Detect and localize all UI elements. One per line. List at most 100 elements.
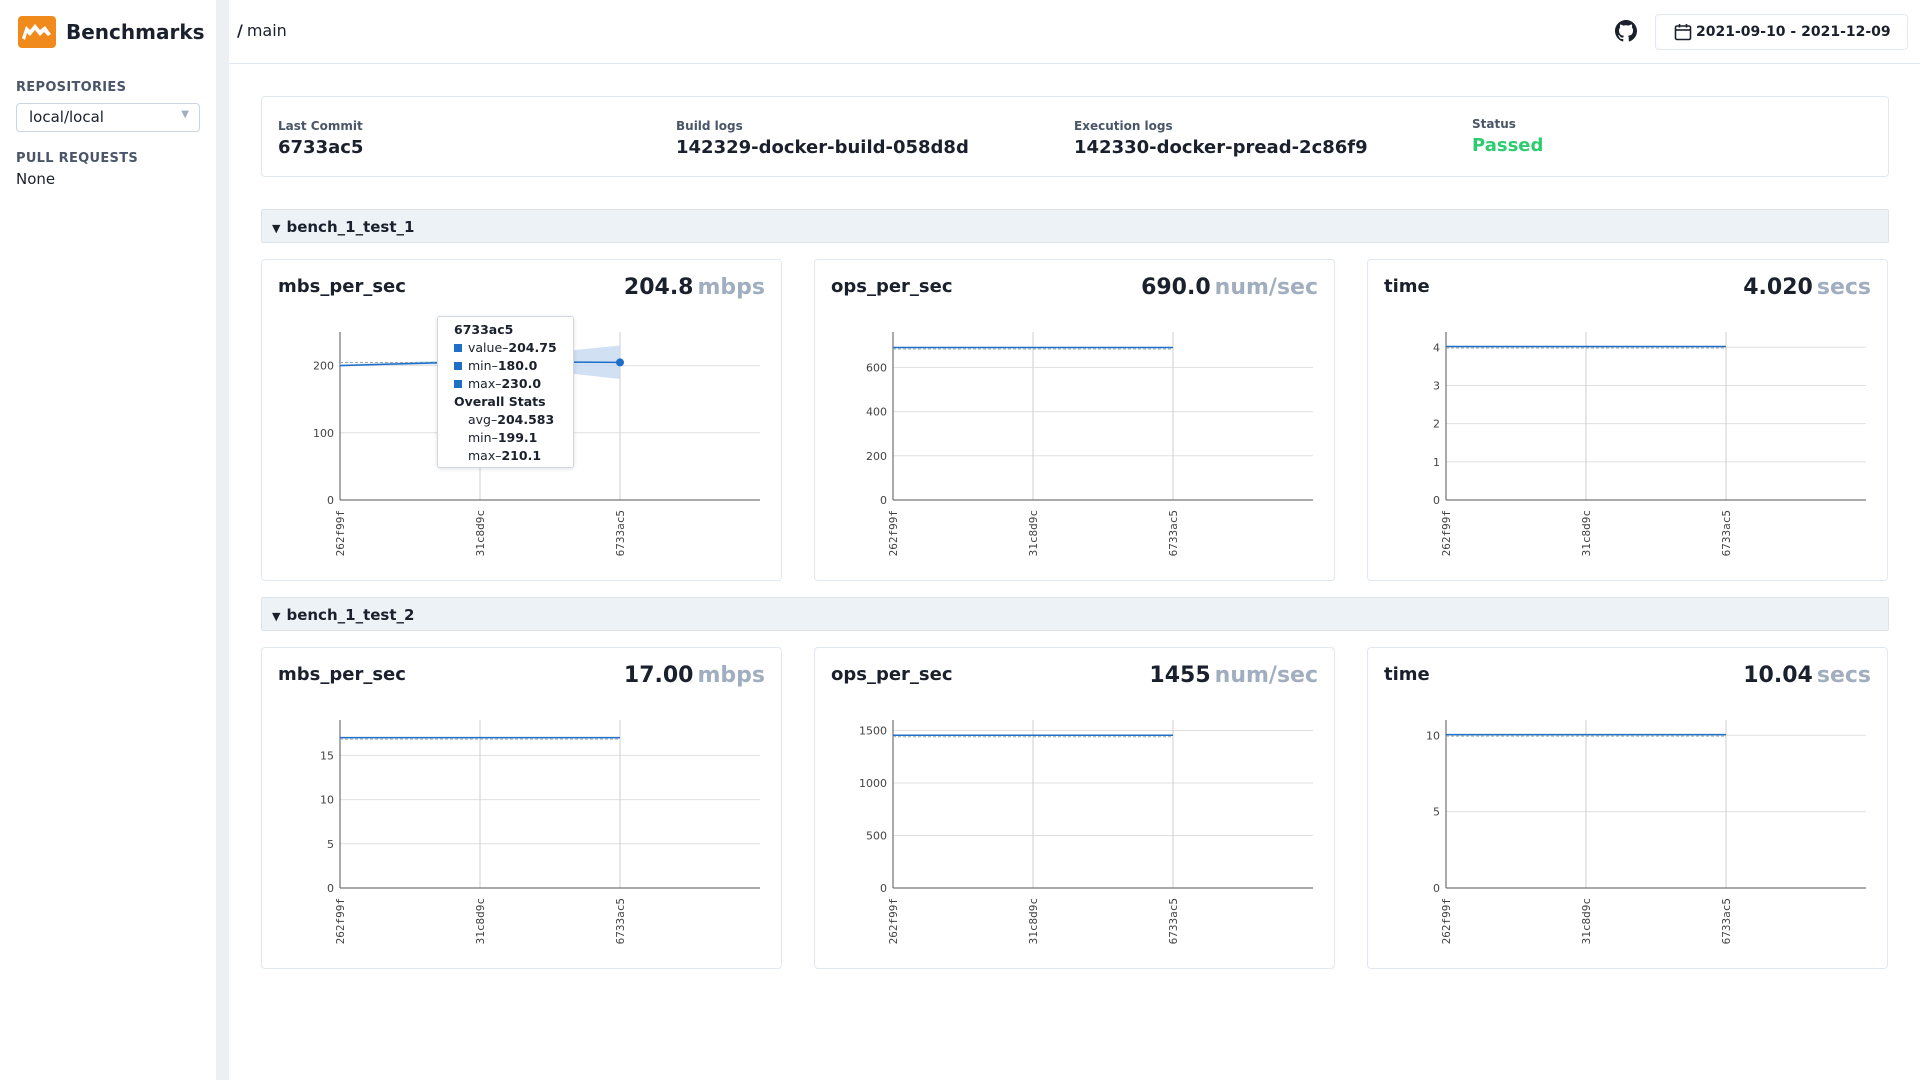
y-tick-label: 1500	[859, 725, 887, 738]
caret-down-icon: ▼	[272, 222, 281, 235]
metric-title: mbs_per_sec	[278, 664, 406, 685]
metric-value: 204.8	[623, 275, 694, 300]
chevron-down-icon: ▼	[181, 109, 189, 120]
date-range-picker[interactable]: 2021-09-10 - 2021-12-09	[1655, 14, 1908, 50]
breadcrumb: / main	[237, 21, 287, 40]
metric-value: 690.0	[1141, 275, 1211, 300]
build-logs-link[interactable]: 142329-docker-build-058d8d	[676, 137, 969, 158]
build-status: Status Passed	[1472, 117, 1543, 156]
metric-unit: secs	[1816, 663, 1871, 688]
sidebar: Benchmarks REPOSITORIES local/local ▼ PU…	[0, 0, 216, 1080]
x-tick-label: 262f99f	[1440, 898, 1453, 944]
x-tick-label: 262f99f	[334, 510, 347, 556]
metric-chart[interactable]: 0 200 400 600 262f99f 31c8d9c 6733ac5	[815, 320, 1336, 580]
y-tick-label: 500	[866, 830, 887, 843]
tooltip-label: min–	[468, 430, 498, 445]
tooltip-overall-label: Overall Stats	[454, 394, 546, 409]
x-tick-label: 6733ac5	[614, 898, 627, 944]
y-tick-label: 200	[866, 450, 887, 463]
y-tick-label: 4	[1433, 341, 1440, 354]
metric-chart[interactable]: 0 5 10 262f99f 31c8d9c 6733ac5	[1368, 708, 1889, 968]
execution-logs: Execution logs 142330-docker-pread-2c86f…	[1074, 119, 1368, 158]
y-tick-label: 5	[327, 838, 334, 851]
tooltip-min-row: min–180.0	[454, 357, 557, 375]
metric-title: time	[1384, 276, 1430, 297]
tooltip-overall-min-row: min–199.1	[454, 429, 557, 447]
y-tick-label: 2	[1433, 418, 1440, 431]
y-tick-label: 3	[1433, 379, 1440, 392]
y-tick-label: 0	[880, 882, 887, 895]
tooltip-value-row: value–204.75	[454, 339, 557, 357]
y-tick-label: 0	[880, 494, 887, 507]
metric-card: time 10.04 secs 0 5 10 262f99f 31c8d9c 6733ac5	[1367, 647, 1888, 969]
y-tick-label: 400	[866, 406, 887, 419]
metric-latest-value: 204.8 mbps	[624, 275, 765, 300]
tooltip-label: avg–	[468, 412, 498, 427]
metric-card: mbs_per_sec 17.00 mbps 0 5 10 15 262f99f 31c8d…	[261, 647, 782, 969]
metric-latest-value: 1455 num/sec	[1149, 663, 1318, 688]
tooltip-number: 204.583	[497, 412, 555, 427]
metric-title: ops_per_sec	[831, 664, 953, 685]
tooltip-number: 204.75	[508, 340, 557, 355]
metric-card: time 4.020 secs 0 1 2 3 4 262f99f 31c8d9c 6733ac…	[1367, 259, 1888, 581]
group-title: bench_1_test_2	[286, 606, 415, 624]
y-tick-label: 0	[1433, 882, 1440, 895]
build-logs: Build logs 142329-docker-build-058d8d	[676, 119, 969, 158]
group-toggle-bench-1-test-1[interactable]: ▼ bench_1_test_1	[261, 209, 1889, 243]
metric-unit: mbps	[697, 275, 765, 300]
group-title: bench_1_test_1	[286, 218, 415, 236]
x-tick-label: 6733ac5	[1720, 898, 1733, 944]
y-tick-label: 100	[313, 427, 334, 440]
github-icon[interactable]	[1615, 20, 1637, 42]
group-toggle-bench-1-test-2[interactable]: ▼ bench_1_test_2	[261, 597, 1889, 631]
y-tick-label: 0	[327, 494, 334, 507]
metric-unit: mbps	[697, 663, 765, 688]
status-label: Status	[1472, 117, 1516, 131]
metric-unit: secs	[1816, 275, 1871, 300]
repository-select[interactable]: local/local ▼	[16, 103, 200, 132]
y-tick-label: 15	[320, 749, 334, 762]
commit-summary-card: Last Commit 6733ac5 Build logs 142329-do…	[261, 96, 1889, 177]
metric-title: mbs_per_sec	[278, 276, 406, 297]
tooltip-number: 210.1	[501, 448, 542, 463]
camel-logo-icon	[18, 16, 56, 48]
metric-card: ops_per_sec 690.0 num/sec 0 200 400 600 262f9…	[814, 259, 1335, 581]
caret-down-icon: ▼	[272, 610, 281, 623]
x-tick-label: 31c8d9c	[1027, 898, 1040, 944]
date-range-value: 2021-09-10 - 2021-12-09	[1696, 24, 1891, 40]
metric-latest-value: 10.04 secs	[1743, 663, 1871, 688]
tooltip-label: min–	[468, 358, 498, 373]
tooltip-number: 199.1	[497, 430, 538, 445]
metric-chart[interactable]: 0 500 1000 1500 262f99f 31c8d9c 6733ac5	[815, 708, 1336, 968]
metric-chart[interactable]: 0 1 2 3 4 262f99f 31c8d9c 6733ac5	[1368, 320, 1889, 580]
x-tick-label: 6733ac5	[1720, 510, 1733, 556]
metric-value: 4.020	[1743, 275, 1813, 300]
x-tick-label: 31c8d9c	[1580, 898, 1593, 944]
x-tick-label: 31c8d9c	[474, 510, 487, 556]
y-tick-label: 600	[866, 361, 887, 374]
y-tick-label: 10	[1426, 729, 1440, 742]
y-tick-label: 0	[327, 882, 334, 895]
last-commit: Last Commit 6733ac5	[278, 119, 363, 158]
last-commit-value[interactable]: 6733ac5	[278, 137, 363, 158]
chart-tooltip: 6733ac5 value–204.75 min–180.0 max–230.0…	[437, 316, 574, 468]
metric-latest-value: 17.00 mbps	[624, 663, 765, 688]
x-tick-label: 262f99f	[887, 898, 900, 944]
metric-chart[interactable]: 0 5 10 15 262f99f 31c8d9c 6733ac5	[262, 708, 783, 968]
tooltip-commit: 6733ac5	[454, 322, 514, 337]
metric-unit: num/sec	[1214, 275, 1318, 300]
metric-value: 17.00	[623, 663, 694, 688]
calendar-icon	[1674, 24, 1692, 41]
breadcrumb-branch[interactable]: main	[247, 21, 287, 40]
last-commit-label: Last Commit	[278, 119, 363, 133]
execution-logs-link[interactable]: 142330-docker-pread-2c86f9	[1074, 137, 1368, 158]
legend-square-icon	[454, 344, 462, 352]
build-logs-label: Build logs	[676, 119, 743, 133]
brand[interactable]: Benchmarks	[18, 16, 205, 48]
tooltip-overall-max-row: max–210.1	[454, 447, 557, 465]
execution-logs-label: Execution logs	[1074, 119, 1173, 133]
tooltip-max-row: max–230.0	[454, 375, 557, 393]
sidebar-divider	[216, 0, 229, 1080]
tooltip-avg-row: avg–204.583	[454, 411, 557, 429]
pull-requests-label: PULL REQUESTS	[16, 151, 139, 166]
